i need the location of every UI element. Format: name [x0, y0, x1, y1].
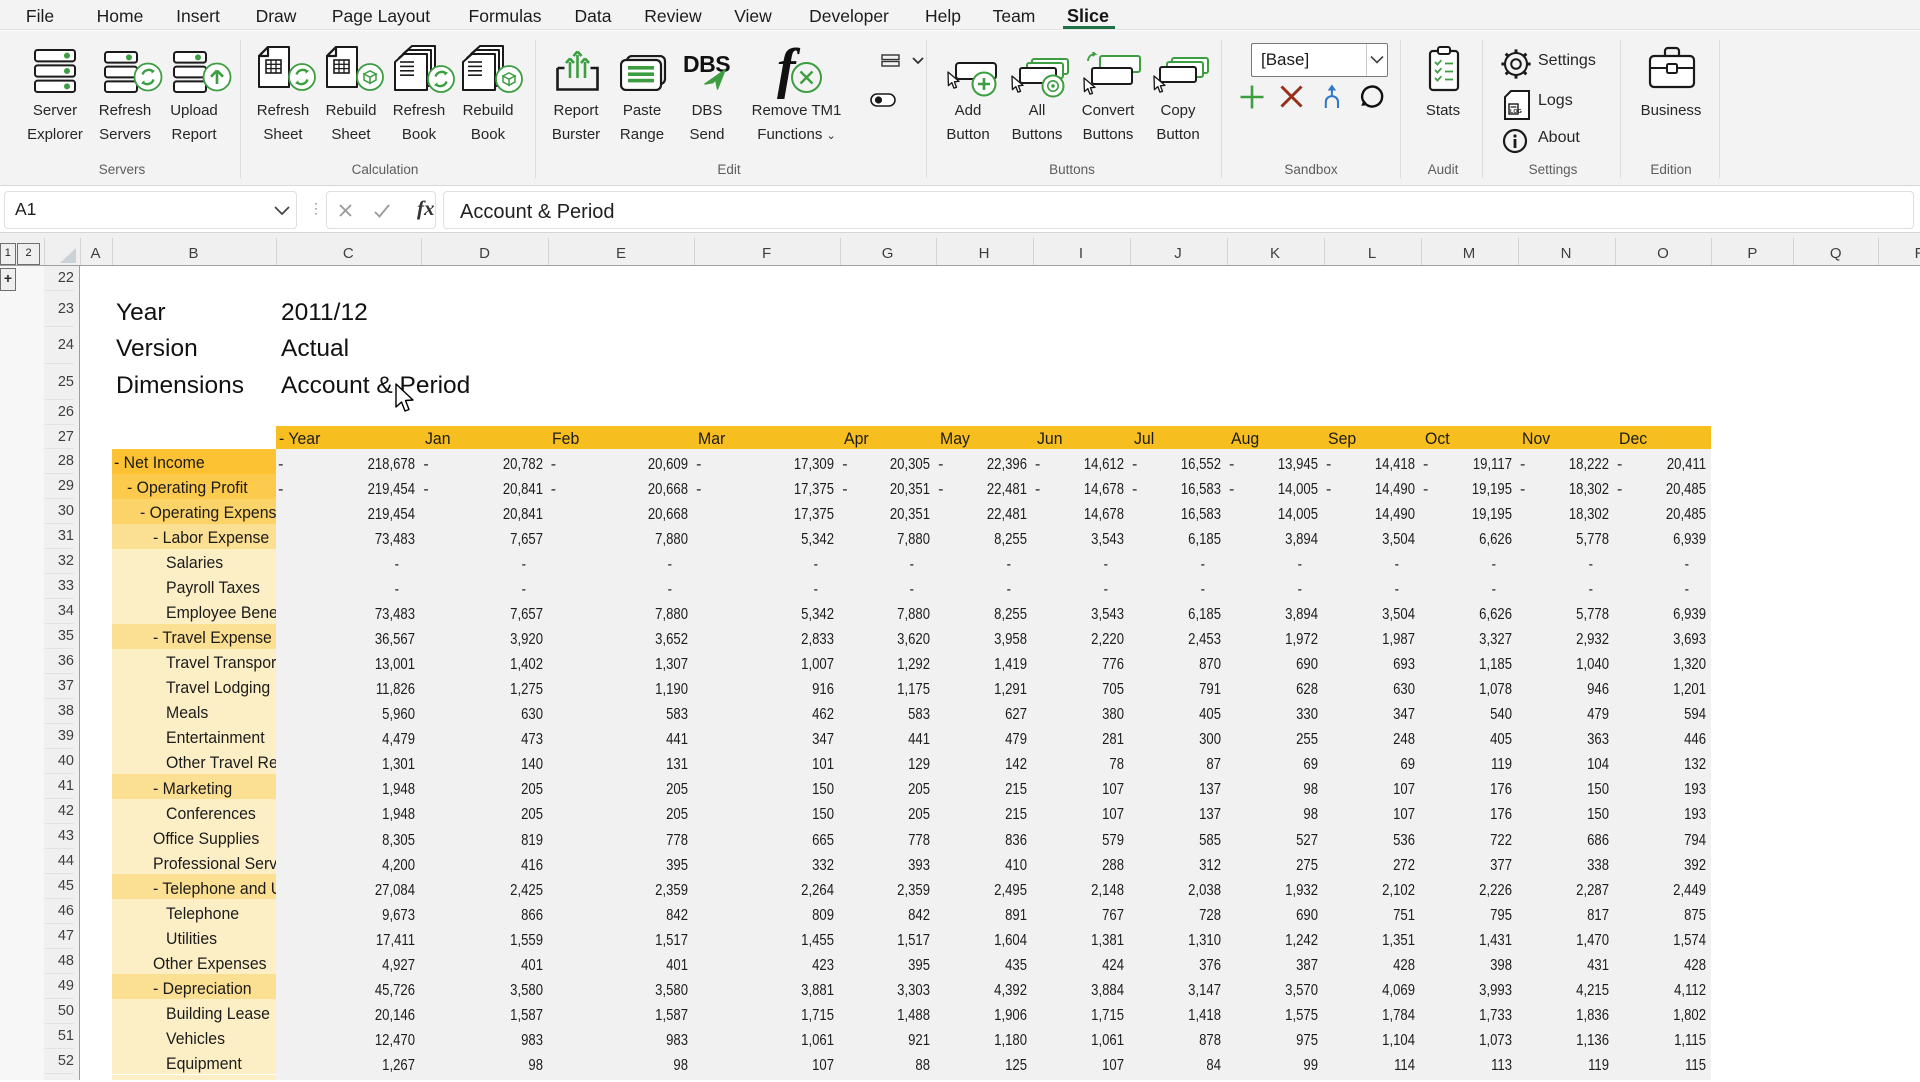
- svg-text:LOG: LOG: [1510, 109, 1522, 115]
